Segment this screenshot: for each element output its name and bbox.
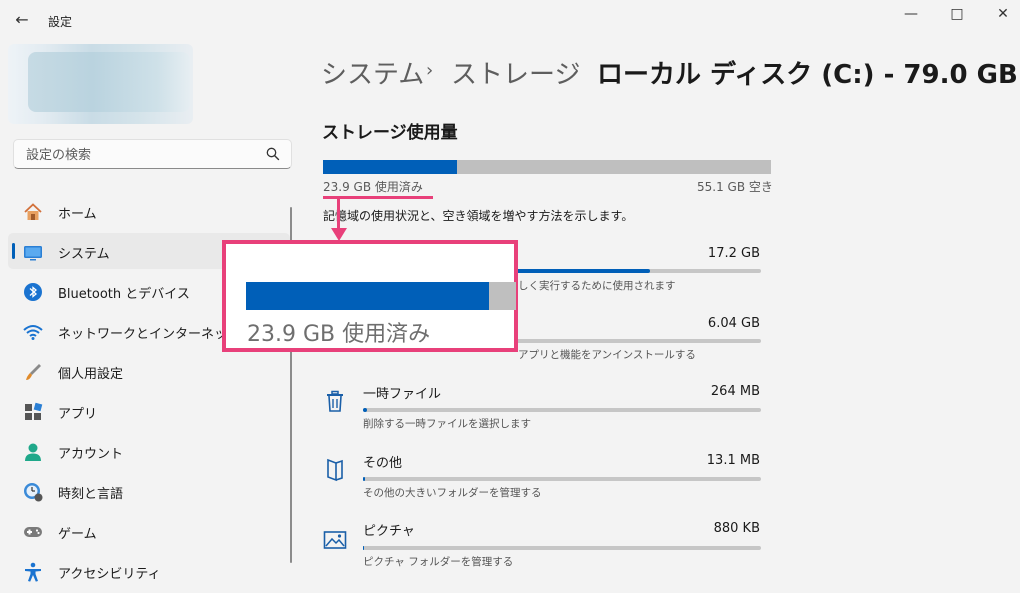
other-folder-icon (327, 458, 343, 482)
time-language-icon (24, 483, 43, 502)
category-bar (363, 546, 761, 550)
gamepad-icon (24, 527, 42, 537)
breadcrumb-separator: › (426, 60, 434, 81)
accessibility-icon (25, 562, 41, 582)
category-description[interactable]: しく実行するために使用されます (518, 278, 676, 293)
trash-icon (327, 390, 343, 412)
section-title: ストレージ使用量 (322, 123, 458, 143)
account-icon (25, 443, 41, 461)
category-bar-fill (363, 408, 368, 412)
search-icon[interactable] (265, 146, 281, 162)
brush-icon (26, 364, 41, 380)
sidebar-item-label: システム (58, 247, 110, 262)
category-size: 13.1 MB (706, 453, 760, 468)
zoom-callout: 23.9 GB 使用済み (222, 240, 518, 352)
active-indicator (12, 243, 15, 259)
sidebar-item-label: Bluetooth とデバイス (58, 287, 190, 302)
sidebar-item-accessibility[interactable]: アクセシビリティ (8, 553, 290, 589)
category-description[interactable]: その他の大きいフォルダーを管理する (363, 485, 542, 500)
page-title: ローカル ディスク (C:) - 79.0 GB (597, 60, 1018, 90)
sidebar-item-label: ゲーム (58, 527, 97, 542)
sidebar-item-label: アプリ (58, 407, 98, 422)
back-button[interactable]: ← (10, 8, 34, 32)
search-input[interactable] (24, 145, 258, 165)
sidebar-item-gaming[interactable]: ゲーム (8, 513, 290, 549)
sidebar-item-label: アクセシビリティ (58, 567, 161, 582)
home-icon (24, 203, 42, 220)
sidebar-item-label: 時刻と言語 (58, 487, 124, 502)
pictures-icon (323, 531, 347, 549)
free-space-label: 55.1 GB 空き (697, 180, 773, 194)
breadcrumb-system[interactable]: システム (321, 54, 424, 91)
category-description[interactable]: 削除する一時ファイルを選択します (363, 416, 531, 431)
category-description[interactable]: アプリと機能をアンインストールする (518, 347, 696, 362)
callout-usage-bar (246, 282, 516, 310)
category-size: 6.04 GB (707, 316, 760, 331)
wifi-icon (23, 325, 43, 340)
system-icon (24, 246, 42, 261)
used-space-label: 23.9 GB 使用済み (323, 180, 423, 194)
sidebar-item-label: 個人用設定 (58, 367, 124, 382)
maximize-button[interactable]: □ (934, 0, 980, 30)
app-title: 設定 (48, 15, 73, 29)
sidebar-item-label: アカウント (58, 447, 124, 462)
category-bar (363, 408, 761, 412)
storage-description: 記憶域の使用状況と、空き領域を増やす方法を示します。 (323, 209, 634, 223)
category-size: 17.2 GB (707, 246, 760, 261)
category-bar (363, 477, 761, 481)
breadcrumb-storage[interactable]: ストレージ (451, 54, 580, 91)
bluetooth-icon (24, 283, 42, 301)
callout-usage-fill (246, 282, 489, 310)
sidebar-item-personalization[interactable]: 個人用設定 (8, 353, 290, 389)
sidebar-item-time-language[interactable]: 時刻と言語 (8, 473, 290, 509)
category-bar-fill (363, 477, 365, 481)
category-description[interactable]: ピクチャ フォルダーを管理する (363, 554, 513, 569)
minimize-button[interactable]: — (888, 0, 934, 30)
callout-used-label: 23.9 GB 使用済み (247, 322, 431, 347)
sidebar-item-label: ホーム (58, 207, 97, 222)
sidebar-item-apps[interactable]: アプリ (8, 393, 290, 429)
category-size: 264 MB (710, 384, 760, 399)
category-name[interactable]: その他 (363, 452, 402, 471)
apps-icon (25, 402, 43, 420)
category-size: 880 KB (713, 521, 760, 536)
sidebar-item-label: ネットワークとインターネット (58, 327, 241, 342)
callout-arrow-line (337, 196, 340, 230)
sidebar-item-home[interactable]: ホーム (8, 193, 290, 229)
title-bar (0, 0, 1020, 40)
sidebar-item-accounts[interactable]: アカウント (8, 433, 290, 469)
breadcrumb-separator: › (572, 60, 580, 81)
avatar (28, 52, 190, 112)
storage-usage-fill (323, 160, 458, 174)
close-button[interactable]: ✕ (980, 0, 1020, 30)
category-name[interactable]: 一時ファイル (363, 383, 441, 402)
search-box[interactable] (13, 139, 292, 169)
category-bar-fill (363, 546, 364, 550)
storage-usage-bar (323, 160, 771, 174)
category-name[interactable]: ピクチャ (363, 520, 415, 539)
